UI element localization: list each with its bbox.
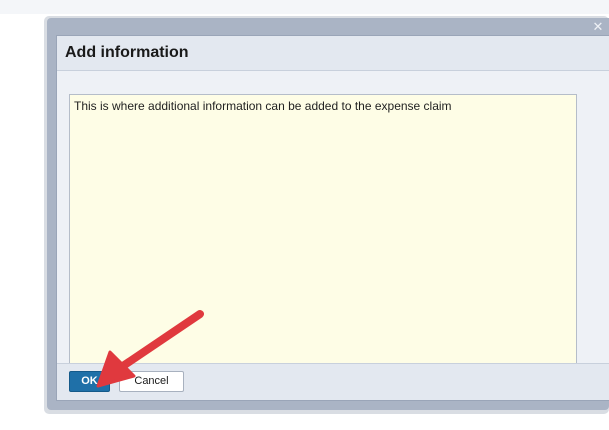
dialog-footer: OK Cancel <box>57 363 609 400</box>
dialog-body: This is where additional information can… <box>57 71 609 370</box>
dialog-content: Add information This is where additional… <box>56 35 609 401</box>
add-information-dialog: ✕ Add information This is where addition… <box>47 18 609 410</box>
cancel-button[interactable]: Cancel <box>119 371 184 392</box>
page: ✕ Add information This is where addition… <box>0 0 609 430</box>
close-icon[interactable]: ✕ <box>591 20 605 34</box>
information-textarea[interactable]: This is where additional information can… <box>69 94 577 370</box>
dialog-header: Add information <box>57 36 609 71</box>
background-strip <box>0 0 609 14</box>
ok-button[interactable]: OK <box>69 371 110 392</box>
dialog-title: Add information <box>65 44 189 61</box>
